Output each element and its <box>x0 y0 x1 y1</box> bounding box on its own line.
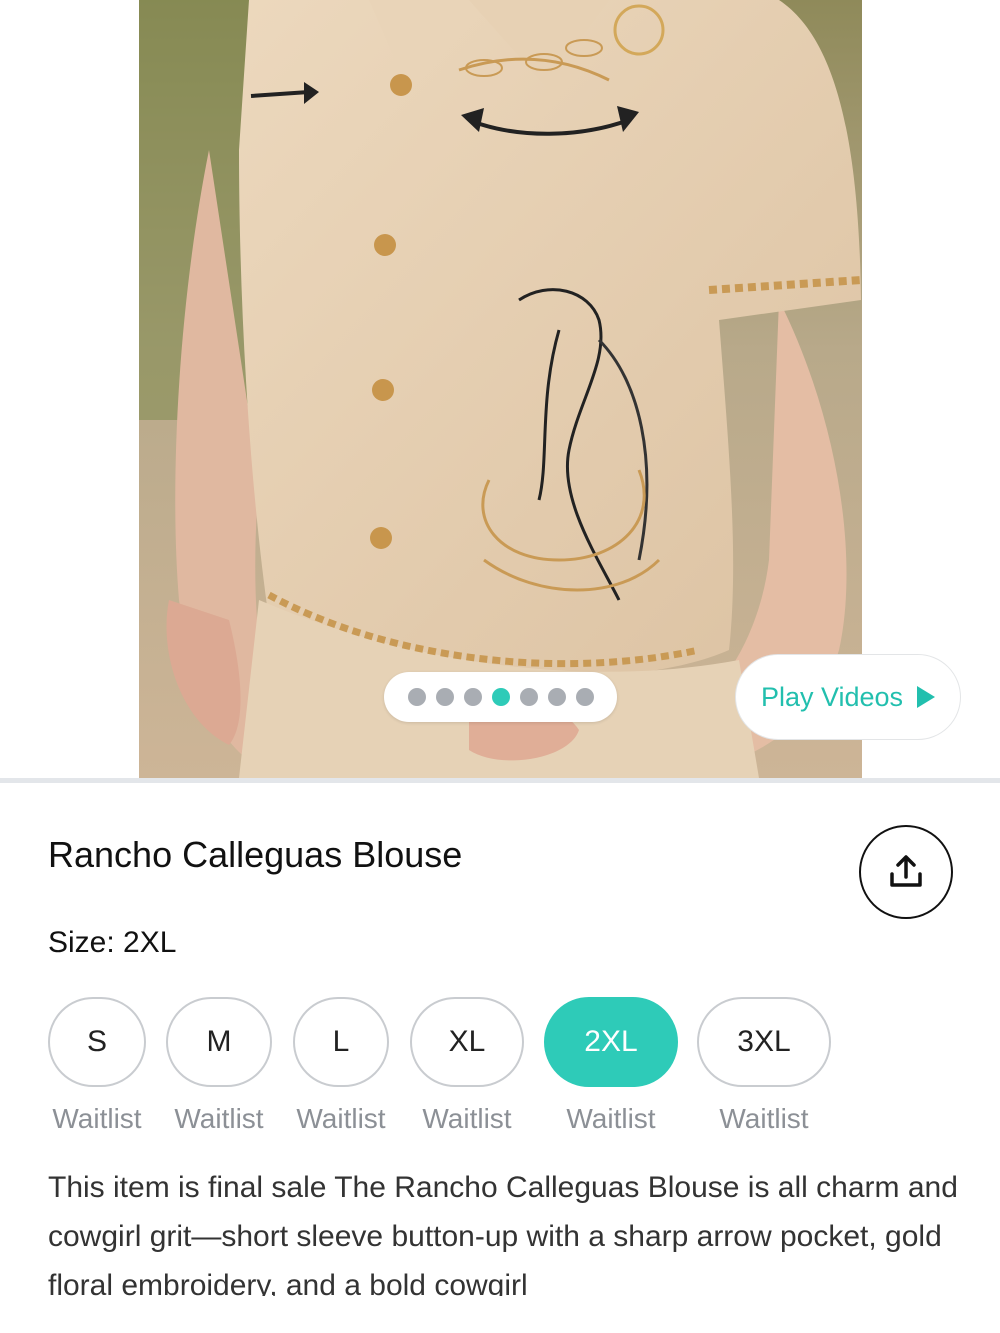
size-option-xl[interactable]: XL <box>410 997 524 1087</box>
size-status-m: Waitlist <box>174 1103 264 1134</box>
carousel-dot[interactable] <box>547 688 566 706</box>
play-icon <box>917 686 936 708</box>
play-videos-label: Play Videos <box>760 681 904 712</box>
share-button[interactable] <box>859 825 953 919</box>
carousel-pagination[interactable] <box>384 672 617 722</box>
size-option-label: S <box>86 1025 107 1058</box>
carousel-dot[interactable] <box>435 688 454 706</box>
size-option-3xl[interactable]: 3XL <box>697 997 831 1087</box>
product-gallery[interactable]: Play Videos <box>0 0 1000 778</box>
section-divider <box>0 778 1000 783</box>
share-icon <box>890 855 922 887</box>
size-status-l: Waitlist <box>296 1103 386 1134</box>
bottom-fade <box>0 1296 1000 1333</box>
size-status-3xl: Waitlist <box>719 1103 809 1134</box>
size-option-label: M <box>206 1025 232 1058</box>
size-option-s[interactable]: S <box>48 997 146 1087</box>
product-description: This item is final sale The Rancho Calle… <box>48 1171 958 1302</box>
carousel-dot[interactable] <box>463 688 482 706</box>
size-status-xl: Waitlist <box>422 1103 512 1134</box>
carousel-dot[interactable] <box>407 688 426 706</box>
size-status-s: Waitlist <box>52 1103 142 1134</box>
size-option-2xl[interactable]: 2XL <box>544 997 678 1087</box>
size-option-m[interactable]: M <box>166 997 272 1087</box>
play-videos-button[interactable]: Play Videos <box>735 654 961 740</box>
size-option-label: XL <box>448 1025 486 1058</box>
selected-size-label: Size: 2XL <box>48 926 177 959</box>
size-option-l[interactable]: L <box>293 997 389 1087</box>
product-title: Rancho Calleguas Blouse <box>48 834 463 875</box>
size-option-label: 3XL <box>737 1025 791 1058</box>
size-status-2xl: Waitlist <box>566 1103 656 1134</box>
carousel-dot[interactable] <box>519 688 538 706</box>
carousel-dot[interactable] <box>575 688 594 706</box>
size-option-label: 2XL <box>584 1025 638 1058</box>
carousel-dot-active[interactable] <box>491 688 510 706</box>
size-option-label: L <box>332 1025 350 1058</box>
